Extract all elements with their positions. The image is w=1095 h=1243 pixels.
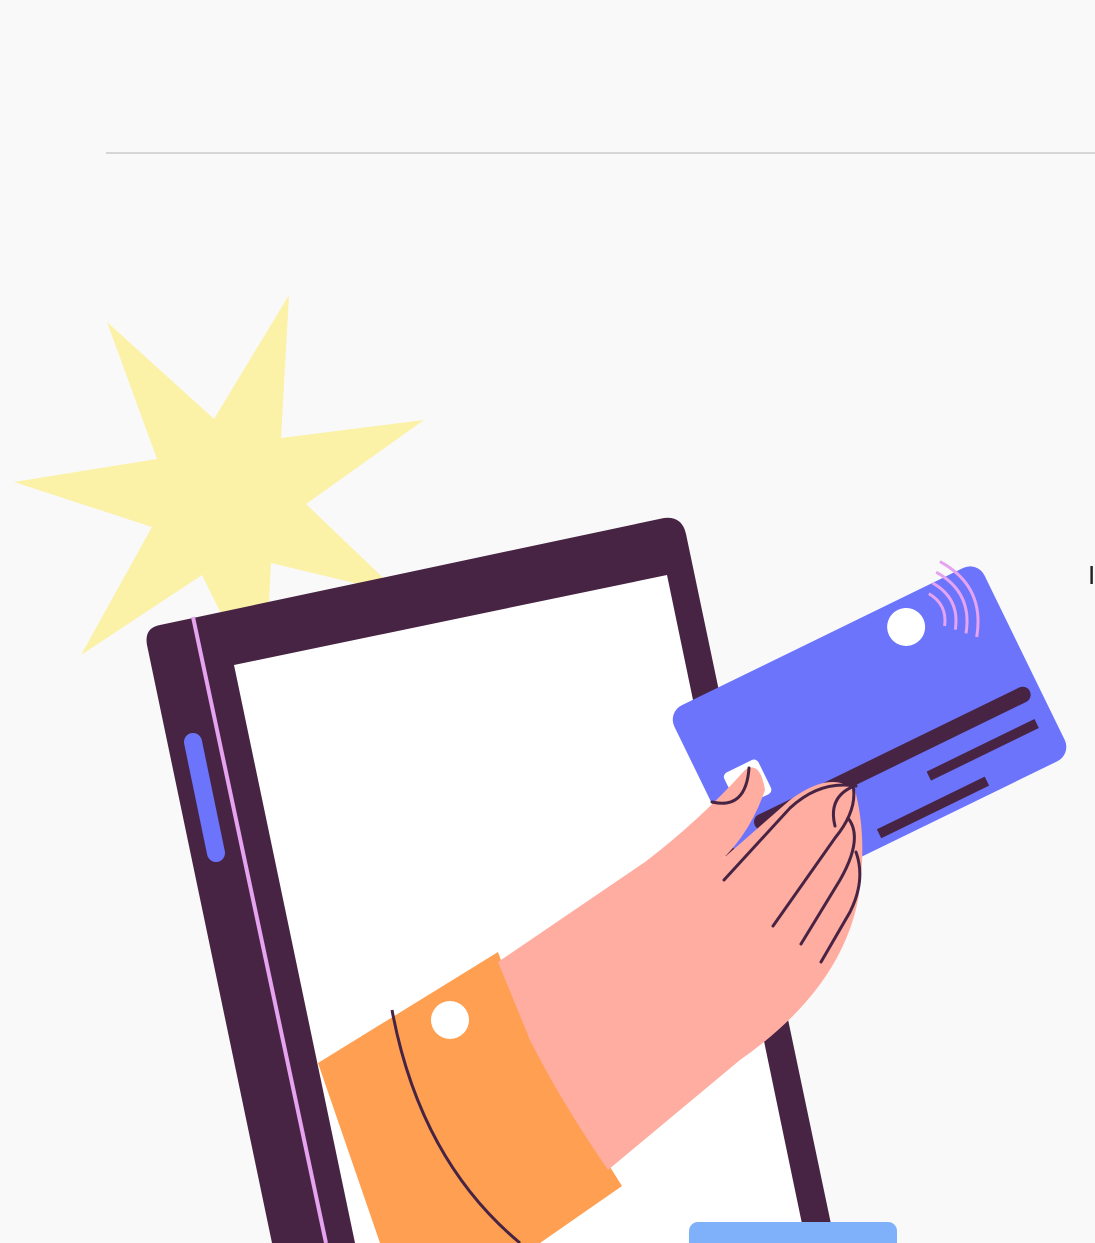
sleeve-button-dot (431, 1001, 469, 1039)
payment-illustration (14, 295, 1067, 1243)
bottom-blue-button (689, 1222, 897, 1243)
page: I (0, 0, 1095, 1243)
edge-text: I (1088, 560, 1095, 590)
